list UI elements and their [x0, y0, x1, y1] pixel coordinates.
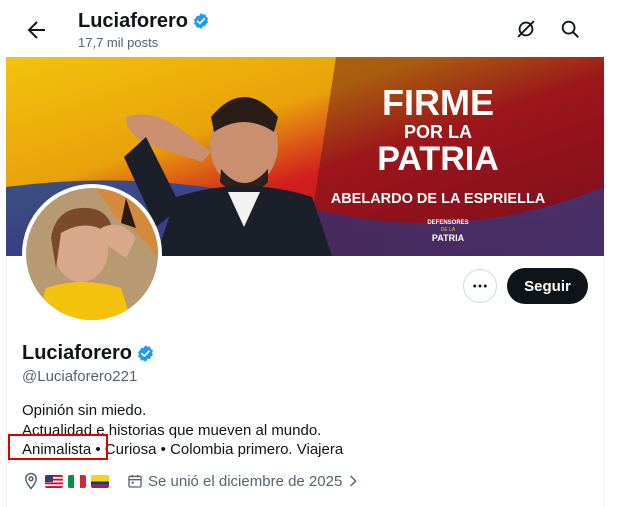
avatar[interactable] — [26, 188, 158, 320]
top-bar: Luciaforero 17,7 mil posts — [6, 0, 604, 57]
follow-button[interactable]: Seguir — [507, 268, 588, 304]
arrow-left-icon[interactable] — [24, 18, 48, 42]
posts-count: 17,7 mil posts — [78, 35, 159, 50]
banner-headline-2: POR LA — [404, 122, 472, 142]
profile-name-row: Luciaforero — [22, 342, 155, 365]
italy-flag-icon — [68, 474, 86, 488]
chevron-right-icon[interactable] — [345, 473, 361, 489]
header-title-block: Luciaforero 17,7 mil posts — [78, 9, 210, 50]
banner-logo-bottom: PATRIA — [432, 233, 465, 243]
bio-line-1: Opinión sin miedo. — [22, 402, 147, 419]
joined-date: Se unió el diciembre de 2025 — [148, 472, 343, 490]
header-title: Luciaforero — [78, 9, 210, 33]
us-flag-icon — [45, 474, 63, 488]
search-icon[interactable] — [559, 18, 581, 40]
grok-icon[interactable] — [515, 18, 537, 40]
profile-meta: Se unió el diciembre de 2025 — [22, 472, 361, 490]
colombia-flag-icon — [91, 474, 109, 488]
banner-headline-3: PATRIA — [377, 140, 499, 178]
header-name: Luciaforero — [78, 10, 189, 32]
avatar-image — [26, 188, 158, 320]
banner-candidate: ABELARDO DE LA ESPRIELLA — [331, 191, 546, 207]
verified-badge-icon[interactable] — [136, 344, 155, 363]
more-horizontal-icon — [473, 284, 487, 288]
more-options-button[interactable] — [463, 269, 497, 303]
bio-line-3-rest: • Curiosa • Colombia primero. Viajera — [91, 441, 344, 458]
location-pin-icon — [24, 472, 38, 490]
calendar-icon — [128, 475, 142, 488]
profile-handle: @Luciaforero221 — [22, 368, 138, 385]
profile-name: Luciaforero — [22, 342, 133, 364]
banner-headline-1: FIRME — [382, 82, 494, 123]
banner-logo-top: DEFENSORES — [427, 220, 468, 226]
highlight-box — [8, 434, 108, 460]
verified-badge-icon — [193, 13, 209, 29]
